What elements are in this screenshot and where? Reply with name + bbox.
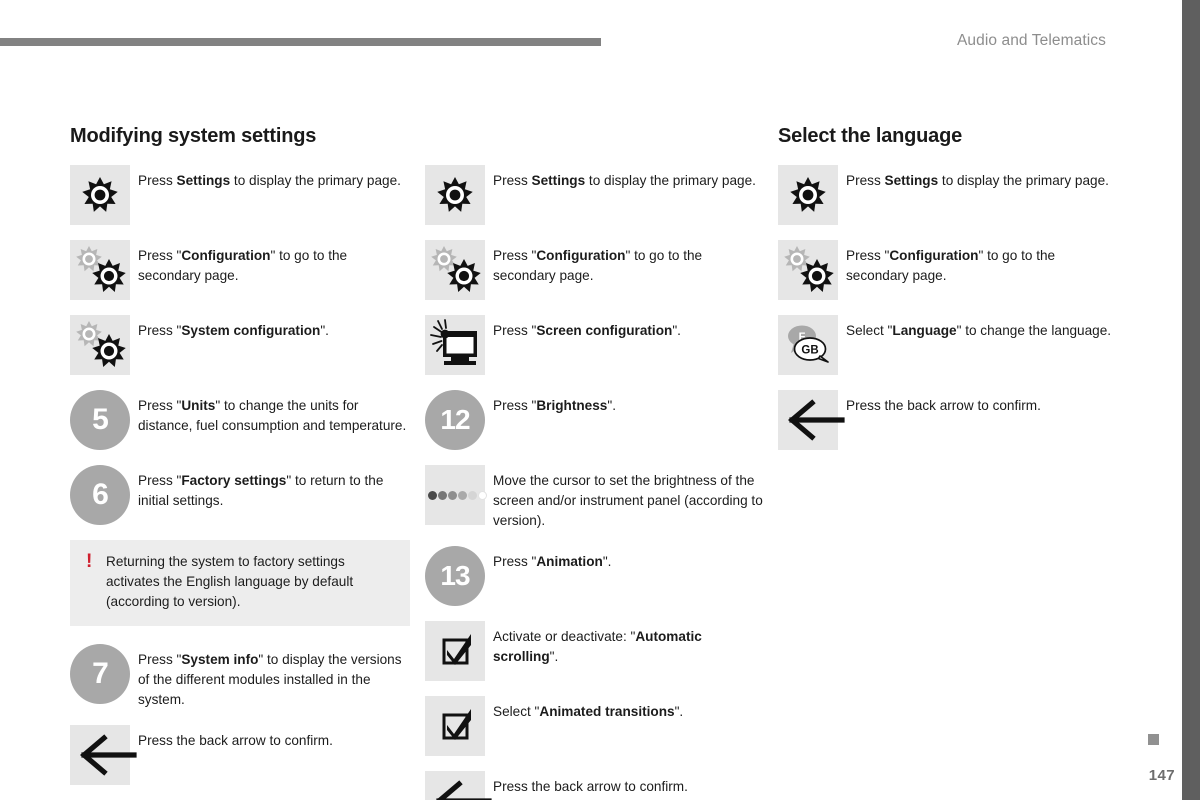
gear-settings-icon[interactable] <box>425 165 485 225</box>
language-bubbles-icon[interactable]: F GB <box>778 315 838 375</box>
brightness-dot-6 <box>478 491 487 500</box>
brightness-dot-5 <box>468 491 477 500</box>
right-edge-tab-bar <box>1182 0 1200 800</box>
instruction-row: F GB Select "Language" to change the langu… <box>778 315 1118 375</box>
instruction-row: Press "Configuration" to go to the secon… <box>425 240 765 300</box>
gear-glyph-primary <box>92 334 126 368</box>
step-number-badge[interactable]: 7 <box>70 644 130 704</box>
step-number-badge[interactable]: 6 <box>70 465 130 525</box>
brightness-slider-icon[interactable] <box>425 465 487 525</box>
header-section-title: Audio and Telematics <box>956 32 1106 49</box>
header-accent-bar <box>0 38 601 46</box>
step-number-label: 13 <box>425 546 485 606</box>
brightness-dot-1 <box>428 491 437 500</box>
column-2-rows: Press Settings to display the primary pa… <box>425 165 765 800</box>
step-number-badge[interactable]: 13 <box>425 546 485 606</box>
column-2-heading <box>425 125 765 151</box>
brightness-dot-row <box>428 491 487 500</box>
instruction-row: Press "System configuration". <box>70 315 410 375</box>
instruction-row: 7 Press "System info" to display the vers… <box>70 644 410 710</box>
brightness-dot-3 <box>448 491 457 500</box>
column-1-rows: Press Settings to display the primary pa… <box>70 165 410 785</box>
instruction-text: Press "Units" to change the units for di… <box>138 398 407 433</box>
instruction-text: Press "Configuration" to go to the secon… <box>493 248 703 283</box>
manual-page: Audio and Telematics Modifying system se… <box>0 0 1200 800</box>
instruction-row: 6 Press "Factory settings" to return to t… <box>70 465 410 525</box>
column-3-heading: Select the language <box>778 125 963 147</box>
instruction-row: Press the back arrow to confirm. <box>70 725 410 785</box>
column-select-the-language: Select the language Press Settings to di… <box>778 125 1118 465</box>
gear-glyph-primary <box>92 259 126 293</box>
checkbox-checked-icon[interactable] <box>425 696 485 756</box>
gear-glyph-primary <box>800 259 834 293</box>
step-number-badge[interactable]: 12 <box>425 390 485 450</box>
gear-glyph <box>790 177 826 213</box>
instruction-row: Press Settings to display the primary pa… <box>778 165 1118 225</box>
instruction-text: Press Settings to display the primary pa… <box>493 173 756 188</box>
instruction-text: Press the back arrow to confirm. <box>846 398 1041 413</box>
back-arrow-icon[interactable] <box>70 725 137 785</box>
instruction-text: Press the back arrow to confirm. <box>138 733 333 748</box>
instruction-row: Select "Animated transitions". <box>425 696 765 756</box>
instruction-text: Move the cursor to set the brightness of… <box>493 473 763 528</box>
instruction-row: Press "Configuration" to go to the secon… <box>778 240 1118 300</box>
instruction-row: Press Settings to display the primary pa… <box>425 165 765 225</box>
instruction-text: Press "Configuration" to go to the secon… <box>138 248 348 283</box>
step-number-label: 12 <box>425 390 485 450</box>
warning-text: Returning the system to factory settings… <box>106 554 354 609</box>
gear-settings-icon[interactable] <box>70 165 130 225</box>
brightness-dot-2 <box>438 491 447 500</box>
warning-exclamation-icon: ! <box>86 551 93 572</box>
instruction-text: Press "System info" to display the versi… <box>138 652 402 707</box>
gear-pair-configuration-icon[interactable] <box>70 240 130 300</box>
column-3-rows: Press Settings to display the primary pa… <box>778 165 1118 450</box>
back-arrow-icon[interactable] <box>778 390 845 450</box>
warning-callout: ! Returning the system to factory setting… <box>70 540 410 626</box>
gear-glyph <box>82 177 118 213</box>
instruction-text: Press Settings to display the primary pa… <box>846 173 1109 188</box>
instruction-text: Activate or deactivate: "Automatic scrol… <box>493 629 702 664</box>
instruction-row: Press "Configuration" to go to the secon… <box>70 240 410 300</box>
instruction-text: Press "Brightness". <box>493 398 616 413</box>
column-modifying-system-settings: Modifying system settings Press Settings… <box>70 125 410 800</box>
instruction-text: Press "System configuration". <box>138 323 329 338</box>
step-number-label: 6 <box>70 465 130 525</box>
instruction-text: Press "Screen configuration". <box>493 323 681 338</box>
svg-text:GB: GB <box>801 345 818 357</box>
instruction-row: Move the cursor to set the brightness of… <box>425 465 765 531</box>
footer-marker-square <box>1148 734 1159 745</box>
instruction-row: Press the back arrow to confirm. <box>778 390 1118 450</box>
gear-glyph <box>437 177 473 213</box>
instruction-text: Press "Factory settings" to return to th… <box>138 473 384 508</box>
instruction-text: Press "Animation". <box>493 554 612 569</box>
instruction-row: 5 Press "Units" to change the units for d… <box>70 390 410 450</box>
instruction-text: Select "Language" to change the language… <box>846 323 1112 338</box>
instruction-row: 12 Press "Brightness". <box>425 390 765 450</box>
gear-settings-icon[interactable] <box>778 165 838 225</box>
gear-glyph-primary <box>447 259 481 293</box>
column-1-heading: Modifying system settings <box>70 125 317 147</box>
column-screen-settings: Press Settings to display the primary pa… <box>425 125 765 800</box>
instruction-row: Press "Screen configuration". <box>425 315 765 375</box>
screen-configuration-icon[interactable] <box>425 315 485 375</box>
instruction-text: Select "Animated transitions". <box>493 704 684 719</box>
step-number-label: 7 <box>70 644 130 704</box>
gear-pair-configuration-icon[interactable] <box>70 315 130 375</box>
gear-pair-configuration-icon[interactable] <box>425 240 485 300</box>
checkbox-checked-icon[interactable] <box>425 621 485 681</box>
brightness-dot-4 <box>458 491 467 500</box>
instruction-row: Activate or deactivate: "Automatic scrol… <box>425 621 765 681</box>
back-arrow-icon[interactable] <box>425 771 492 800</box>
step-number-badge[interactable]: 5 <box>70 390 130 450</box>
instruction-text: Press Settings to display the primary pa… <box>138 173 401 188</box>
page-number: 147 <box>1148 767 1175 784</box>
instruction-row: Press Settings to display the primary pa… <box>70 165 410 225</box>
instruction-row: Press the back arrow to confirm. <box>425 771 765 800</box>
instruction-text: Press "Configuration" to go to the secon… <box>846 248 1056 283</box>
instruction-row: 13 Press "Animation". <box>425 546 765 606</box>
gear-pair-configuration-icon[interactable] <box>778 240 838 300</box>
step-number-label: 5 <box>70 390 130 450</box>
instruction-text: Press the back arrow to confirm. <box>493 779 688 794</box>
